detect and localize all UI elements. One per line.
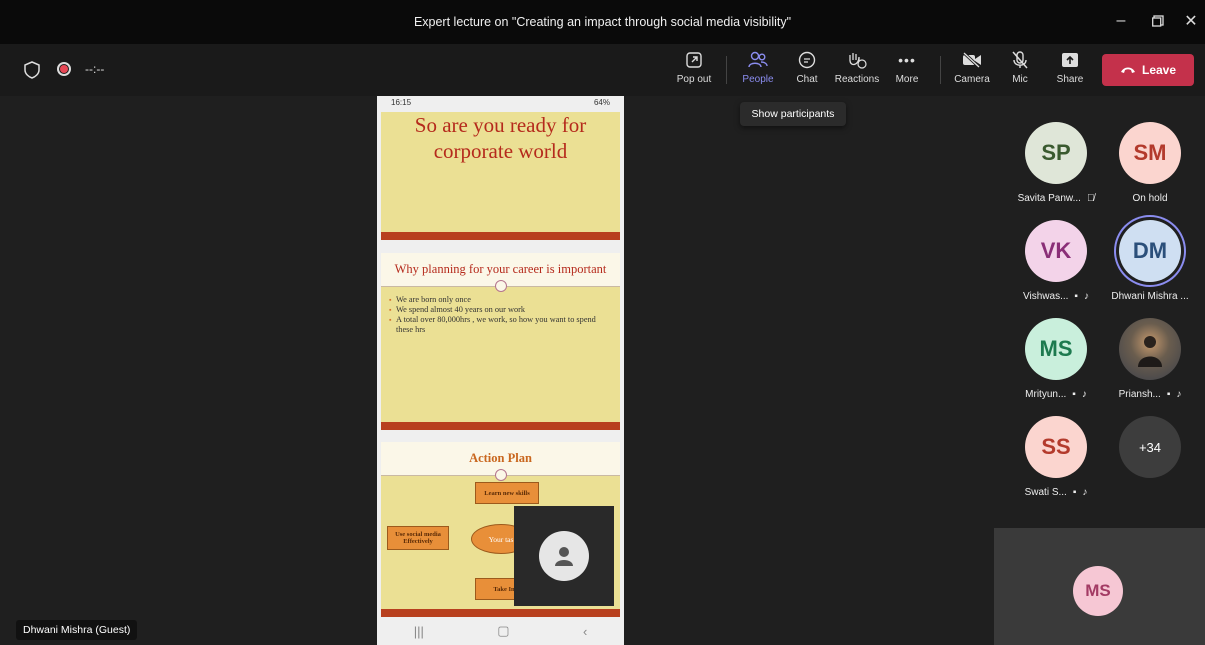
mic-icon: ♪ <box>1083 291 1089 302</box>
shield-icon <box>24 61 40 84</box>
recents-icon: ||| <box>413 623 424 639</box>
home-icon: ▢ <box>497 623 510 638</box>
mic-off-icon: 🎙̸ <box>1086 193 1095 204</box>
meeting-timer: --:-- <box>85 62 105 76</box>
phone-status-bar: 16:15 64% <box>391 98 610 107</box>
tooltip: Show participants <box>740 102 846 126</box>
camera-off-icon <box>962 50 982 70</box>
action-box-left: Use social media Effectively <box>387 526 449 550</box>
slide-2-bullets: We are born only once We spend almost 40… <box>381 287 620 335</box>
close-icon[interactable]: ✕ <box>1178 8 1204 34</box>
avatar: DM <box>1119 220 1181 282</box>
avatar-photo <box>1119 318 1181 380</box>
people-button[interactable]: People <box>733 50 783 85</box>
pop-out-icon <box>686 50 702 70</box>
avatar: SP <box>1025 122 1087 184</box>
action-box-top: Learn new skills <box>475 482 539 504</box>
restore-icon[interactable] <box>1145 8 1171 34</box>
slide-1-title: So are you ready for corporate world <box>414 113 587 163</box>
leave-button[interactable]: Leave <box>1102 54 1194 86</box>
chat-button[interactable]: Chat <box>782 50 832 85</box>
avatar: SM <box>1119 122 1181 184</box>
reactions-icon <box>847 50 867 70</box>
mic-button[interactable]: Mic <box>995 50 1045 85</box>
reactions-button[interactable]: Reactions <box>832 50 882 85</box>
more-icon: ••• <box>898 52 916 68</box>
pop-out-button[interactable]: Pop out <box>669 50 719 85</box>
more-participants-button[interactable]: +34 <box>1100 416 1200 478</box>
avatar: MS <box>1025 318 1087 380</box>
participant-gallery: SP Savita Panw... 🎙̸ SM On hold VK Vishwa… <box>994 96 1205 528</box>
share-icon <box>1061 50 1079 70</box>
meeting-title: Expert lecture on "Creating an impact th… <box>413 15 792 29</box>
camera-button[interactable]: Camera <box>947 50 997 85</box>
minimize-icon[interactable]: – <box>1108 8 1134 34</box>
overflow-count: +34 <box>1119 416 1181 478</box>
camera-off-icon: ▪ <box>1072 487 1077 498</box>
avatar: VK <box>1025 220 1087 282</box>
avatar-placeholder-icon <box>539 531 589 581</box>
hang-up-icon <box>1120 63 1136 77</box>
participant-tile[interactable]: SS Swati S... ▪ ♪ <box>1006 416 1106 498</box>
share-button[interactable]: Share <box>1045 50 1095 85</box>
participant-tile[interactable]: SP Savita Panw... 🎙̸ <box>1006 122 1106 204</box>
self-name-badge: Dhwani Mishra (Guest) <box>16 620 138 640</box>
slide-2: Why planning for your career is importan… <box>381 253 620 430</box>
participant-tile[interactable]: VK Vishwas... ▪ ♪ <box>1006 220 1106 302</box>
participant-bottom-tile[interactable]: MS <box>994 528 1205 645</box>
mic-icon: ♪ <box>1082 487 1088 498</box>
phone-nav-bar: ||| ▢ ‹ <box>377 617 624 645</box>
mic-icon: ♪ <box>1176 389 1182 400</box>
participant-tile[interactable]: SM On hold <box>1100 122 1200 204</box>
mic-off-icon <box>1012 50 1028 70</box>
self-view-tile[interactable] <box>514 506 614 606</box>
avatar: MS <box>1073 566 1123 616</box>
camera-off-icon: ▪ <box>1074 291 1078 302</box>
title-bar: Expert lecture on "Creating an impact th… <box>0 0 1205 44</box>
chat-icon <box>798 50 816 70</box>
back-icon: ‹ <box>582 623 588 639</box>
participant-tile[interactable]: DM Dhwani Mishra ... <box>1100 220 1200 302</box>
participant-tile[interactable]: Priansh... ▪ ♪ <box>1100 318 1200 400</box>
camera-off-icon: ▪ <box>1072 389 1076 400</box>
people-icon <box>748 50 768 70</box>
recording-icon <box>57 62 71 76</box>
more-button[interactable]: ••• More <box>882 50 932 85</box>
participant-tile[interactable]: MS Mrityun... ▪ ♪ <box>1006 318 1106 400</box>
mic-icon: ♪ <box>1081 389 1087 400</box>
camera-off-icon: ▪ <box>1166 389 1171 400</box>
meeting-toolbar: --:-- Pop out People Chat Reactions ••• … <box>0 44 1205 96</box>
avatar: SS <box>1025 416 1087 478</box>
slide-1: So are you ready for corporate world <box>381 112 620 240</box>
